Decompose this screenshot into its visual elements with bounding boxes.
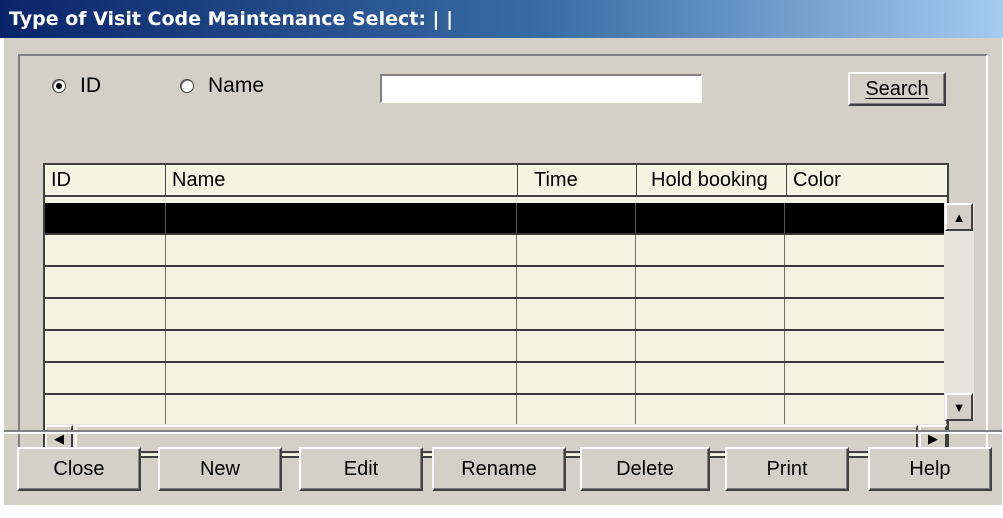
scroll-up-arrow-icon[interactable]: ▲ [945,203,973,231]
table-cell[interactable] [166,203,517,233]
radio-name-dot[interactable] [180,79,194,93]
table-cell[interactable] [785,267,947,297]
table-cell[interactable] [166,395,517,425]
table-cell[interactable] [636,203,786,233]
table-cell[interactable] [166,299,517,329]
radio-id-dot[interactable] [52,79,66,93]
table-cell[interactable] [517,235,636,265]
dialog-body: ID Name Search ID Name Time Hold booking… [4,38,1002,505]
table-cell[interactable] [517,363,636,393]
table-cell[interactable] [785,203,947,233]
table-cell[interactable] [636,363,786,393]
column-header-color[interactable]: Color [787,165,947,195]
radio-name[interactable]: Name [180,74,264,98]
rename-button-label: Rename [461,458,537,480]
table-cell[interactable] [785,395,947,425]
table-cell[interactable] [517,395,636,425]
search-button-label: Search [865,78,929,100]
close-button[interactable]: Close [17,447,141,491]
table-cell[interactable] [45,203,166,233]
table-cell[interactable] [636,331,786,361]
help-button-label: Help [909,458,951,480]
radio-id[interactable]: ID [52,74,101,98]
rename-button[interactable]: Rename [432,447,566,491]
table-cell[interactable] [45,331,166,361]
table-row-selected[interactable] [45,203,947,235]
table-cell[interactable] [45,267,166,297]
table-cell[interactable] [785,299,947,329]
table-cell[interactable] [517,267,636,297]
table-row[interactable] [45,395,947,427]
radio-name-label: Name [208,74,265,97]
table-cell[interactable] [636,235,786,265]
column-header-hold-booking[interactable]: Hold booking [637,165,787,195]
table-body [45,203,947,427]
edit-button-label: Edit [343,458,379,480]
table-cell[interactable] [636,395,786,425]
table-cell[interactable] [785,331,947,361]
table-cell[interactable] [636,299,786,329]
separator-highlight [4,432,1002,434]
delete-button[interactable]: Delete [580,447,710,491]
close-button-label: Close [53,458,105,480]
table-row[interactable] [45,331,947,363]
column-header-time[interactable]: Time [518,165,637,195]
help-button[interactable]: Help [868,447,992,491]
table-cell[interactable] [166,267,517,297]
table-row[interactable] [45,363,947,395]
column-header-name[interactable]: Name [166,165,518,195]
edit-button[interactable]: Edit [299,447,423,491]
visit-code-table[interactable]: ID Name Time Hold booking Color [43,163,949,458]
search-input[interactable] [380,74,702,103]
table-cell[interactable] [45,395,166,425]
table-cell[interactable] [45,363,166,393]
column-header-id[interactable]: ID [45,165,166,195]
table-cell[interactable] [166,363,517,393]
table-header: ID Name Time Hold booking Color [45,165,947,197]
new-button-label: New [199,458,240,480]
print-button[interactable]: Print [725,447,849,491]
delete-button-label: Delete [616,458,674,480]
table-cell[interactable] [517,203,636,233]
new-button[interactable]: New [158,447,282,491]
table-row[interactable] [45,267,947,299]
table-cell[interactable] [636,267,786,297]
table-cell[interactable] [785,363,947,393]
print-button-label: Print [766,458,808,480]
table-cell[interactable] [785,235,947,265]
scroll-down-arrow-icon[interactable]: ▼ [945,393,973,421]
window-title: Type of Visit Code Maintenance Select: |… [0,0,1003,38]
search-button[interactable]: Search [848,72,946,106]
table-cell[interactable] [45,235,166,265]
table-cell[interactable] [517,331,636,361]
table-cell[interactable] [45,299,166,329]
table-row[interactable] [45,235,947,267]
table-cell[interactable] [166,331,517,361]
radio-id-label: ID [80,74,101,97]
vertical-scrollbar[interactable]: ▲ ▼ [944,203,974,421]
table-cell[interactable] [166,235,517,265]
table-row[interactable] [45,299,947,331]
table-cell[interactable] [517,299,636,329]
